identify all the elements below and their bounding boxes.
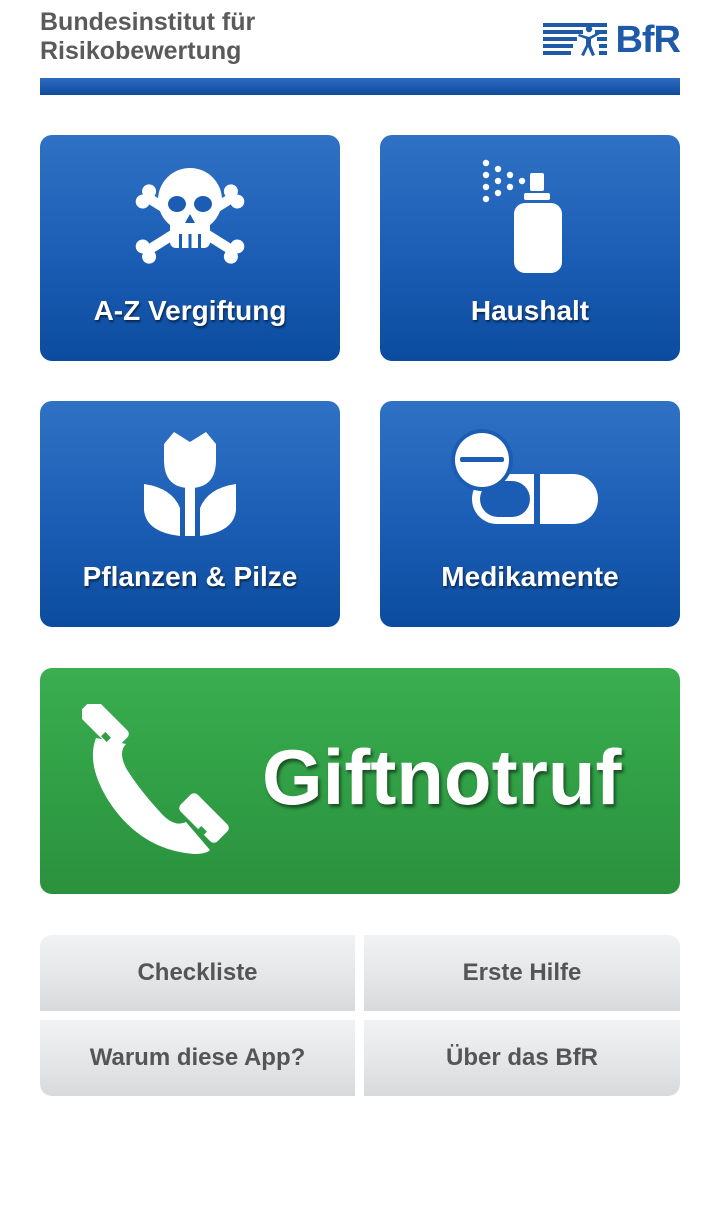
tile-label: A-Z Vergiftung	[93, 295, 287, 326]
organization-name: Bundesinstitut für Risikobewertung	[40, 8, 255, 66]
tile-a-z-vergiftung[interactable]: A-Z Vergiftung	[40, 135, 340, 361]
app-header: Bundesinstitut für Risikobewertung BfR	[40, 8, 681, 78]
organization-name-line2: Risikobewertung	[40, 37, 242, 65]
bfr-logo-text: BfR	[615, 19, 681, 61]
tile-medikamente[interactable]: Medikamente	[380, 401, 680, 627]
tile-label: Haushalt	[470, 295, 590, 326]
giftnotruf-button[interactable]: Giftnotruf	[40, 668, 680, 894]
tile-label: Pflanzen & Pilze	[82, 561, 298, 592]
tulip-icon	[144, 432, 236, 536]
tile-pflanzen-pilze[interactable]: Pflanzen & Pilze	[40, 401, 340, 627]
phone-icon	[82, 704, 229, 854]
tile-label: Medikamente	[441, 561, 619, 592]
tile-haushalt[interactable]: Haushalt	[380, 135, 680, 361]
bfr-logo: BfR	[543, 19, 681, 61]
erste-hilfe-button[interactable]: Erste Hilfe	[364, 935, 680, 1011]
organization-name-line1: Bundesinstitut für	[40, 8, 256, 36]
giftnotruf-label: Giftnotruf	[262, 733, 622, 821]
warum-diese-app-button[interactable]: Warum diese App?	[40, 1020, 355, 1096]
pills-icon	[451, 429, 598, 524]
bfr-logo-icon	[543, 23, 608, 56]
spray-bottle-icon	[482, 159, 562, 273]
header-divider-bar	[40, 78, 680, 95]
ueber-das-bfr-button[interactable]: Über das BfR	[364, 1020, 680, 1096]
checkliste-button[interactable]: Checkliste	[40, 935, 355, 1011]
skull-crossbones-icon	[135, 168, 245, 264]
